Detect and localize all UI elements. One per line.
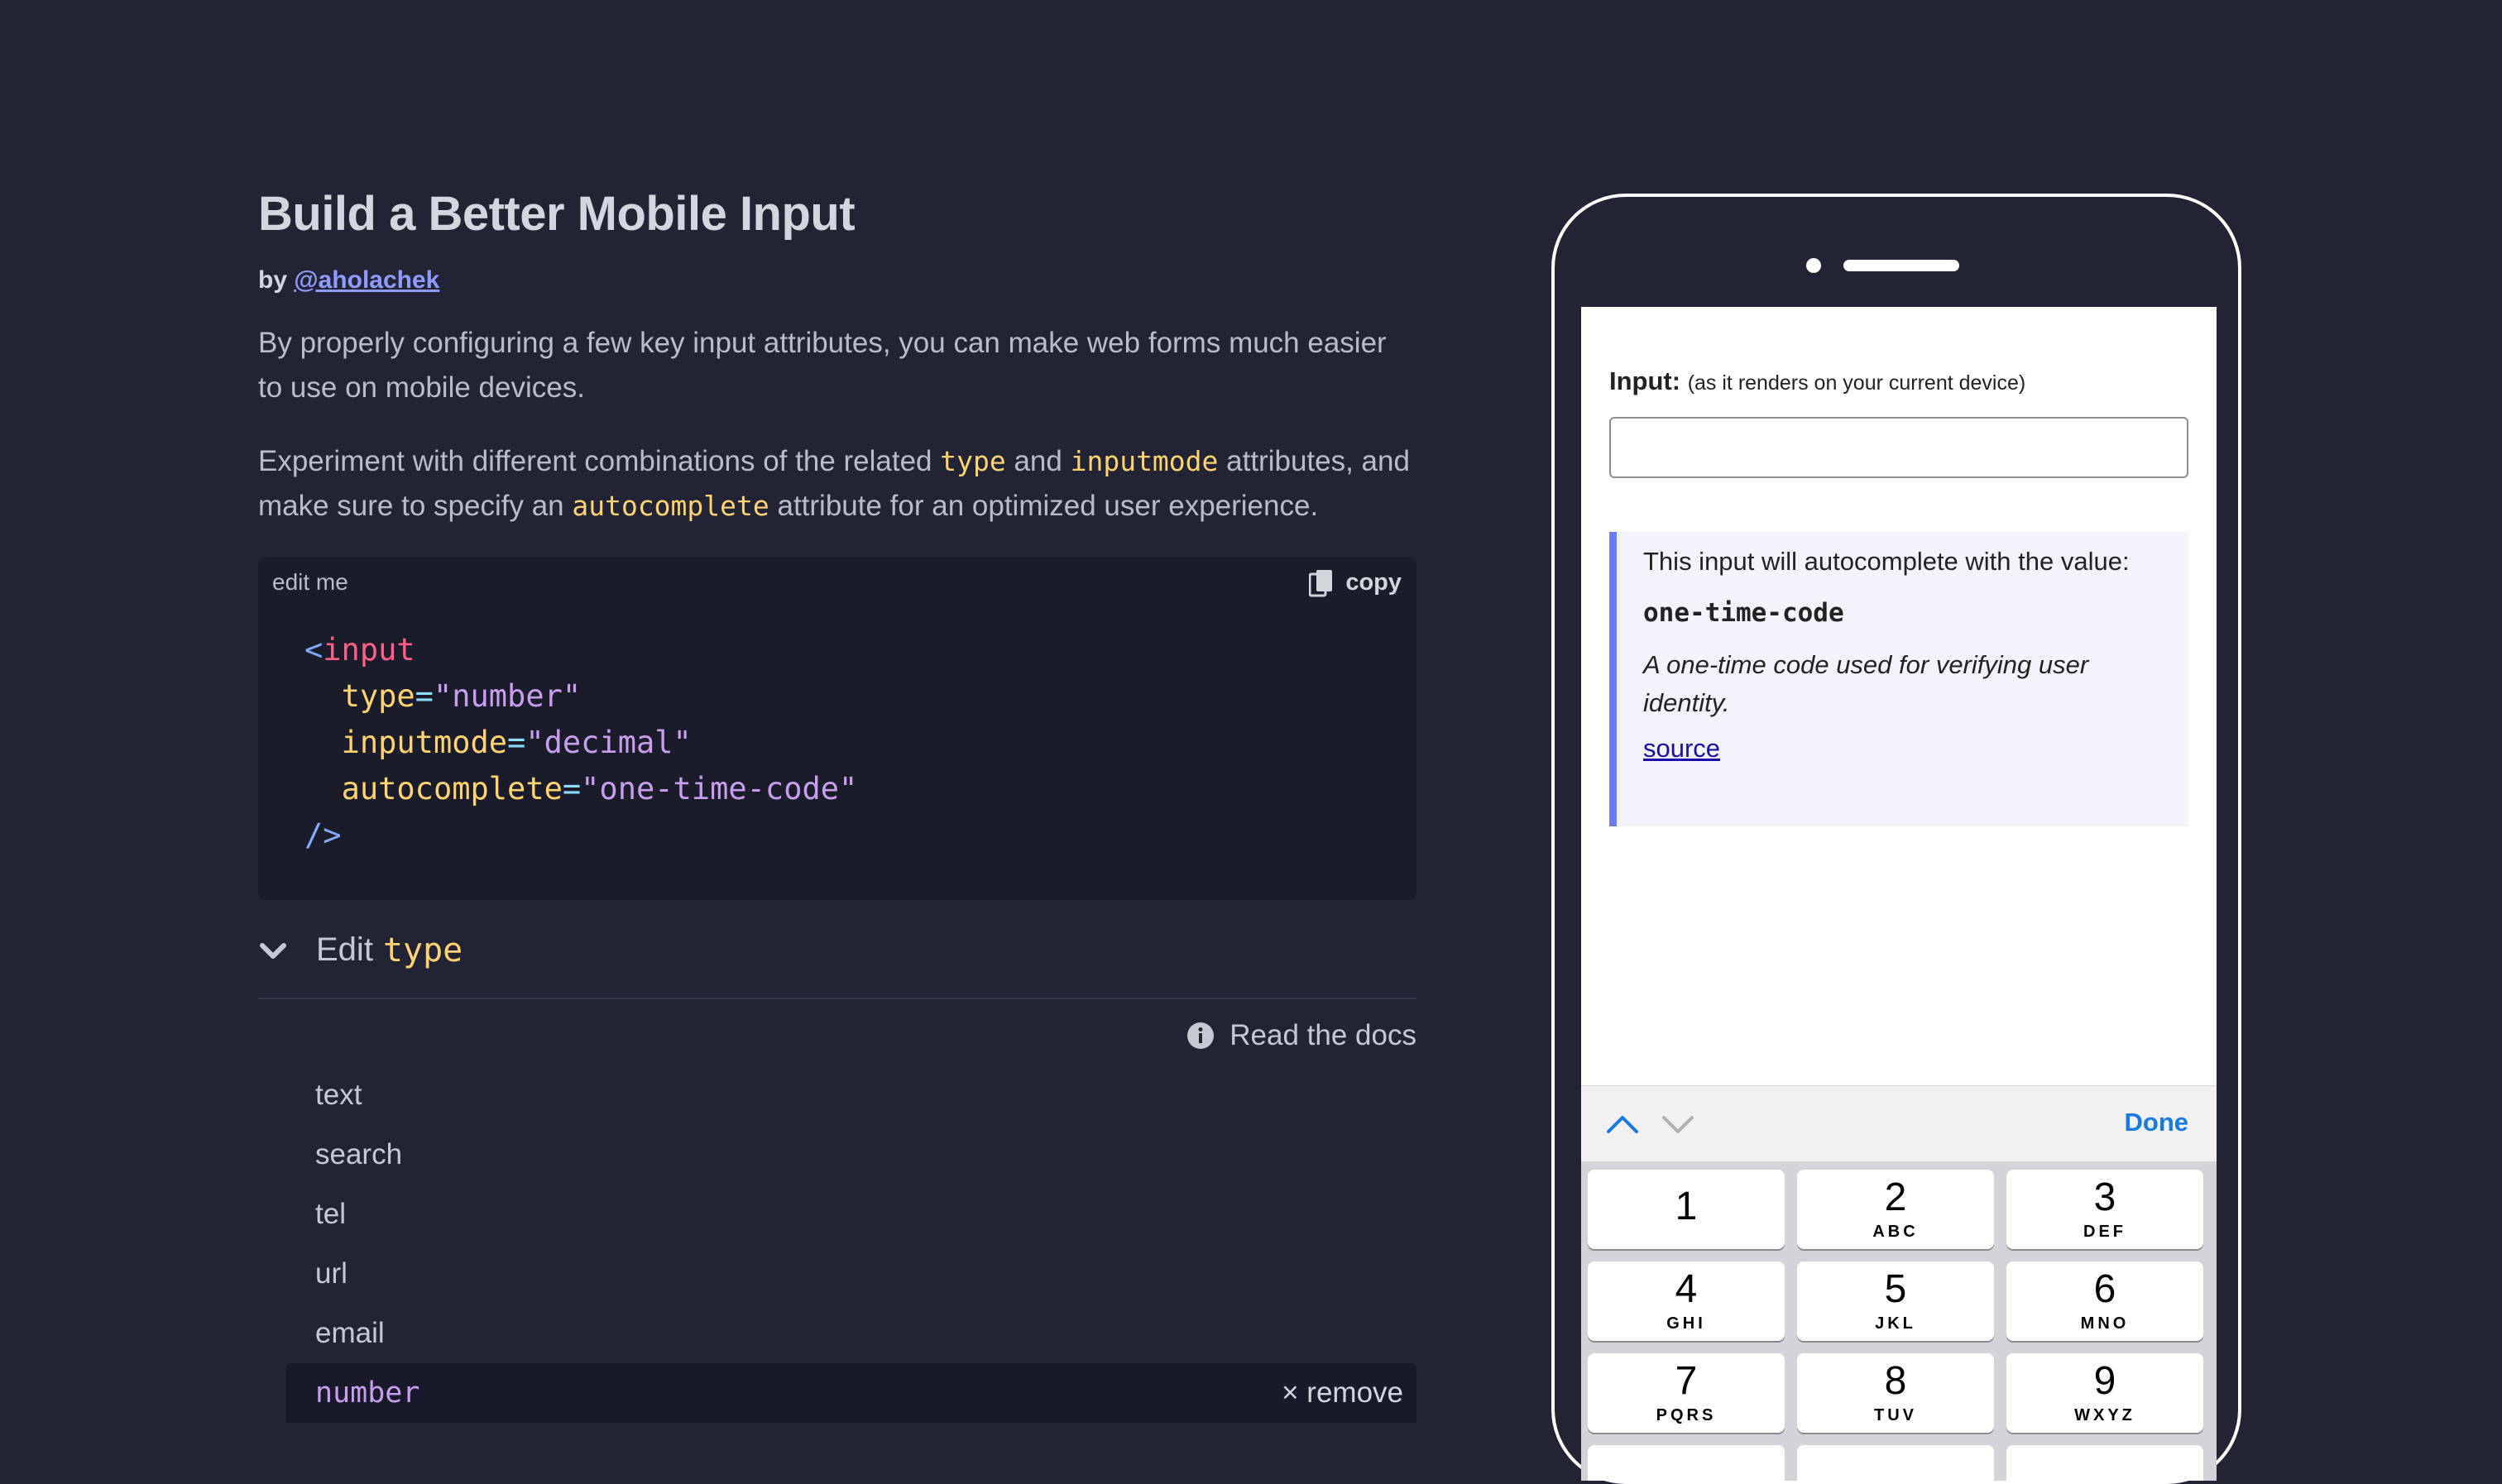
- inputmode-keyword: inputmode: [1070, 444, 1219, 477]
- key-6[interactable]: 6 MNO: [2006, 1261, 2203, 1341]
- key-digit: 3: [2093, 1175, 2116, 1219]
- info-icon: [1187, 1022, 1215, 1049]
- type-keyword: type: [940, 444, 1006, 477]
- option-search[interactable]: search: [258, 1125, 1416, 1185]
- key-8[interactable]: 8 TUV: [1797, 1353, 1994, 1433]
- byline-prefix: by: [258, 266, 288, 294]
- autocomplete-info: This input will autocomplete with the va…: [1609, 532, 2188, 826]
- code-attr-name: type: [341, 677, 415, 714]
- phone-preview: Input: (as it renders on your current de…: [1551, 194, 2241, 1484]
- info-value: one-time-code: [1643, 598, 1844, 628]
- option-number-selected[interactable]: number × remove: [286, 1362, 1416, 1423]
- editor-label: edit me: [272, 568, 348, 595]
- instructions-text-4: attribute for an optimized user experien…: [769, 489, 1319, 522]
- key-letters: WXYZ: [2074, 1405, 2135, 1424]
- key-letters: TUV: [1874, 1405, 1917, 1424]
- code-content[interactable]: <input type="number" inputmode="decimal"…: [304, 627, 857, 859]
- code-attr-value: "number": [433, 677, 582, 714]
- code-editor[interactable]: edit me copy <input type="number" inputm…: [258, 557, 1416, 900]
- phone-camera: [1806, 258, 1821, 273]
- input-label-title: Input:: [1609, 366, 1681, 395]
- code-attr-value: "one-time-code": [581, 770, 858, 807]
- instructions-text-1: Experiment with different combinations o…: [258, 444, 941, 477]
- key-letters: JKL: [1875, 1314, 1916, 1333]
- option-tel[interactable]: tel: [258, 1185, 1416, 1244]
- code-attr-name: autocomplete: [341, 770, 563, 807]
- done-button[interactable]: Done: [2125, 1108, 2189, 1137]
- key-4[interactable]: 4 GHI: [1588, 1261, 1785, 1341]
- accordion-keyword: type: [382, 931, 463, 969]
- phone-speaker: [1843, 260, 1959, 271]
- code-tag: input: [323, 631, 415, 668]
- key-letters: MNO: [2080, 1314, 2130, 1333]
- chevron-down-icon: [260, 942, 286, 959]
- divider: [258, 997, 1416, 999]
- author-link[interactable]: @aholachek: [294, 266, 439, 294]
- key-0[interactable]: [1797, 1445, 1994, 1481]
- option-email[interactable]: email: [258, 1304, 1416, 1363]
- autocomplete-keyword: autocomplete: [572, 489, 769, 522]
- numeric-keypad: 1 2 ABC 3 DEF 4 GHI 5 JKL 6 MNO 7 PQRS 8 TUV 9 W…: [1581, 1161, 2217, 1481]
- selected-value: number: [315, 1376, 420, 1410]
- phone-screen: Input: (as it renders on your current de…: [1581, 307, 2217, 1481]
- copy-icon: [1309, 569, 1333, 597]
- option-url[interactable]: url: [258, 1244, 1416, 1304]
- key-letters: ABC: [1872, 1222, 1919, 1241]
- key-letters: GHI: [1666, 1314, 1706, 1333]
- copy-label: copy: [1345, 569, 1402, 596]
- remove-button[interactable]: × remove: [1282, 1376, 1403, 1410]
- edit-type-toggle[interactable]: Edit type: [258, 922, 1416, 979]
- code-attr-value: "decimal": [525, 724, 692, 760]
- code-attr-name: inputmode: [341, 724, 508, 760]
- key-2[interactable]: 2 ABC: [1797, 1170, 1994, 1249]
- preview-input[interactable]: [1609, 417, 2188, 478]
- copy-button[interactable]: copy: [1309, 569, 1402, 597]
- byline: by @aholachek: [258, 266, 1416, 294]
- code-close: />: [304, 816, 342, 853]
- type-options: text search tel url email number × remov…: [258, 1065, 1416, 1423]
- key-next-row[interactable]: [1588, 1445, 1785, 1481]
- key-digit: 2: [1884, 1175, 1907, 1219]
- chevron-down-icon[interactable]: [1661, 1109, 1694, 1139]
- key-9[interactable]: 9 WXYZ: [2006, 1353, 2203, 1433]
- input-label: Input: (as it renders on your current de…: [1609, 366, 2025, 396]
- source-link[interactable]: source: [1643, 734, 1720, 764]
- key-1[interactable]: 1: [1588, 1170, 1785, 1249]
- read-docs-link[interactable]: Read the docs: [258, 1019, 1416, 1052]
- read-docs-label: Read the docs: [1229, 1018, 1416, 1051]
- input-label-note: (as it renders on your current device): [1687, 371, 2026, 395]
- key-letters: PQRS: [1656, 1405, 1717, 1424]
- instructions-text-2: and: [1005, 444, 1071, 477]
- info-text: This input will autocomplete with the va…: [1643, 547, 2130, 576]
- article: Build a Better Mobile Input by @aholache…: [258, 185, 1416, 1423]
- accordion-prefix: Edit: [316, 931, 373, 969]
- page-title: Build a Better Mobile Input: [258, 187, 856, 241]
- key-digit: 6: [2093, 1266, 2116, 1311]
- key-digit: 4: [1675, 1266, 1698, 1311]
- code-open-bracket: <: [304, 631, 324, 668]
- keyboard-toolbar: Done: [1581, 1085, 2217, 1162]
- code-equals: =: [415, 677, 434, 714]
- key-3[interactable]: 3 DEF: [2006, 1170, 2203, 1249]
- key-digit: 1: [1675, 1185, 1698, 1228]
- option-text[interactable]: text: [258, 1065, 1416, 1125]
- intro-paragraph: By properly configuring a few key input …: [258, 326, 1387, 404]
- key-digit: 8: [1884, 1358, 1907, 1403]
- key-5[interactable]: 5 JKL: [1797, 1261, 1994, 1341]
- key-letters: DEF: [2083, 1222, 2126, 1241]
- key-digit: 9: [2093, 1358, 2116, 1403]
- instructions-paragraph: Experiment with different combinations o…: [258, 439, 1416, 529]
- key-digit: 7: [1675, 1358, 1698, 1403]
- key-delete[interactable]: [2006, 1445, 2203, 1481]
- code-equals: =: [562, 770, 582, 807]
- key-7[interactable]: 7 PQRS: [1588, 1353, 1785, 1433]
- chevron-up-icon[interactable]: [1606, 1109, 1639, 1139]
- code-equals: =: [507, 724, 526, 760]
- key-digit: 5: [1884, 1266, 1907, 1311]
- info-description: A one-time code used for verifying user …: [1643, 650, 2089, 717]
